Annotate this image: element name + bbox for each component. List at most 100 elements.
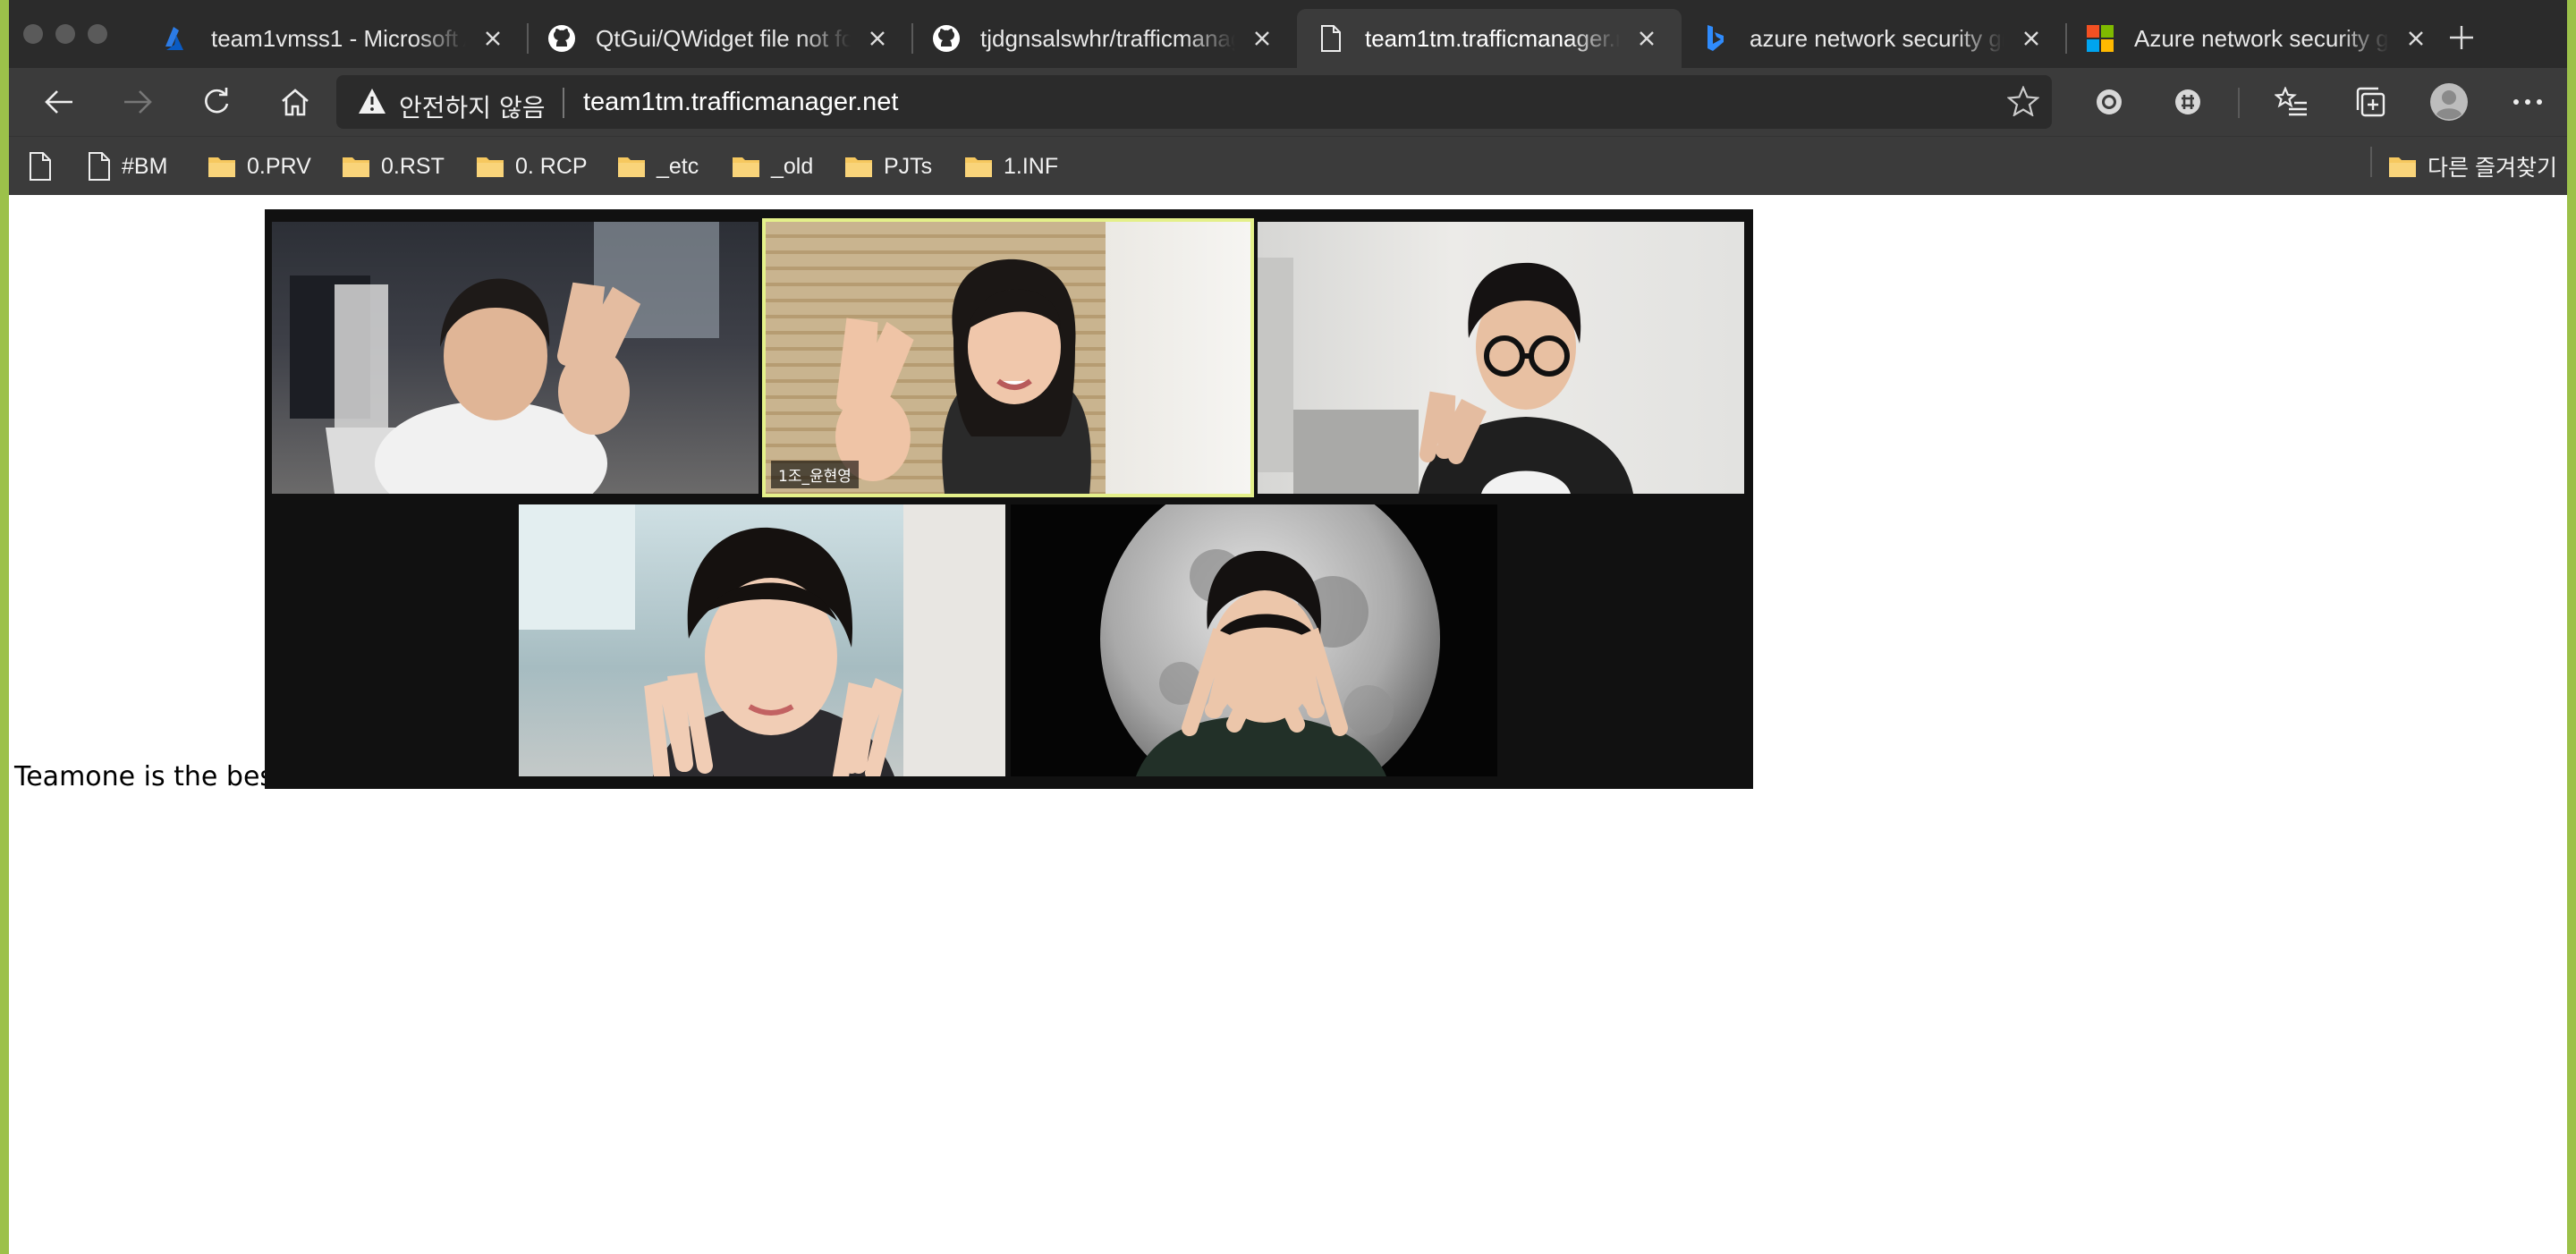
folder-icon [342,155,370,178]
avatar-icon [2430,83,2468,121]
extension-button[interactable] [2089,82,2129,122]
participant [1258,222,1744,494]
security-status[interactable]: 안전하지 않음 [399,89,545,124]
address-bar[interactable]: 안전하지 않음 team1tm.trafficmanager.net [336,75,2052,129]
folder-icon [732,155,760,178]
plus-icon [2450,26,2473,49]
home-icon [282,89,309,116]
participant [1011,504,1497,776]
bookmark-folder-pjts[interactable]: PJTs [844,137,932,196]
bookmark-label: 0.PRV [247,153,311,179]
close-icon[interactable] [1249,25,1275,52]
collections-icon [2356,87,2385,117]
more-icon [2513,99,2542,105]
refresh-button[interactable] [197,82,236,122]
video-call-image: 1조_윤현영 [265,209,1753,789]
bookmark-label: 0.RST [381,153,445,179]
bookmark-folder-inf[interactable]: 1.INF [964,137,1058,196]
new-tab-button[interactable] [2444,20,2479,55]
bookmark-folder-rst[interactable]: 0.RST [342,137,445,196]
warning-icon[interactable] [358,88,386,119]
bookmark-label: 0. RCP [515,153,588,179]
close-icon[interactable] [2018,25,2045,52]
tab-strip: team1vmss1 - Microsoft A QtGui/QWidget f… [143,9,2451,68]
toolbar: 안전하지 않음 team1tm.trafficmanager.net [9,68,2567,136]
forward-button[interactable] [118,82,157,122]
browser-chrome: team1vmss1 - Microsoft A QtGui/QWidget f… [9,0,2567,195]
page-icon [1315,22,1347,55]
browser-window: team1vmss1 - Microsoft A QtGui/QWidget f… [9,0,2567,1254]
page-icon [88,152,111,181]
close-icon[interactable] [2402,25,2429,52]
folder-icon [964,155,993,178]
close-icon[interactable] [479,25,506,52]
back-button[interactable] [39,82,79,122]
video-tile [1258,222,1744,494]
zoom-window-button[interactable] [88,24,107,44]
bookmark-label: 다른 즐겨찾기 [2428,156,2557,181]
video-tile [272,222,758,494]
active-speaker-tile: 1조_윤현영 [762,218,1254,497]
caption-text: Teamone is the best [14,761,284,792]
folder-icon [2388,155,2417,178]
tab-title: Azure network security gro [2134,24,2389,52]
favorites-list-icon [2275,87,2307,116]
tab-title: team1vmss1 - Microsoft A [211,24,466,52]
video-tile [1011,504,1497,776]
tab-title: QtGui/QWidget file not fou [596,24,851,52]
url-text[interactable]: team1tm.trafficmanager.net [583,88,898,117]
bookmarks-bar: #BM 0.PRV 0.RST 0. RCP _etc _old PJTs 1.… [9,136,2567,195]
bookmark-label: PJTs [884,153,933,179]
bookmark-label: #BM [122,153,168,179]
github-icon [930,22,962,55]
tab-qtgui[interactable]: QtGui/QWidget file not fou [527,9,912,68]
bookmark-folder-prv[interactable]: 0.PRV [208,137,311,196]
bookmark-label: _old [771,153,814,179]
bookmark-folder-etc[interactable]: _etc [617,137,699,196]
collections-button[interactable] [2351,82,2390,122]
minimize-window-button[interactable] [55,24,75,44]
github-icon [546,22,578,55]
divider [563,88,564,118]
page-icon [29,152,52,181]
other-bookmarks-folder[interactable]: 다른 즐겨찾기 [2388,137,2557,196]
page-content: Teamone is the best 1조_윤현영 [9,195,2567,1254]
favorite-star-icon[interactable] [2006,85,2040,121]
favorites-button[interactable] [2272,82,2311,122]
tab-title: team1tm.trafficmanager.ne [1365,24,1620,52]
tab-team1tm[interactable]: team1tm.trafficmanager.ne [1297,9,1682,68]
extension-button[interactable] [2168,82,2207,122]
bookmark-page[interactable] [29,137,63,196]
divider [2238,88,2240,118]
video-tile [519,504,1005,776]
tab-trafficmanager-repo[interactable]: tjdgnsalswhr/trafficmanag [911,9,1297,68]
close-icon[interactable] [864,25,891,52]
bing-icon [1699,22,1732,55]
bookmark-label: 1.INF [1004,153,1059,179]
divider [2370,147,2372,177]
participant [766,222,1250,494]
back-arrow-icon [45,90,72,114]
tab-bing-search[interactable]: azure network security gro [1682,9,2066,68]
profile-button[interactable] [2429,82,2469,122]
bookmark-bm[interactable]: #BM [88,137,167,196]
bookmark-label: _etc [657,153,699,179]
participant-name-label: 1조_윤현영 [771,461,859,488]
tab-title: tjdgnsalswhr/trafficmanag [980,24,1235,52]
folder-icon [208,155,236,178]
settings-menu-button[interactable] [2508,82,2547,122]
close-window-button[interactable] [23,24,43,44]
azure-icon [161,22,193,55]
bookmark-folder-rcp[interactable]: 0. RCP [476,137,588,196]
folder-icon [844,155,873,178]
tab-team1vmss1[interactable]: team1vmss1 - Microsoft A [143,9,528,68]
refresh-icon [205,88,229,114]
forward-arrow-icon [124,90,152,114]
tab-azure-nsg-docs[interactable]: Azure network security gro [2065,9,2451,68]
home-button[interactable] [275,82,315,122]
close-icon[interactable] [1633,25,1660,52]
microsoft-icon [2084,22,2116,55]
bookmark-folder-old[interactable]: _old [732,137,813,196]
participant [272,222,758,494]
participant [519,504,1005,776]
